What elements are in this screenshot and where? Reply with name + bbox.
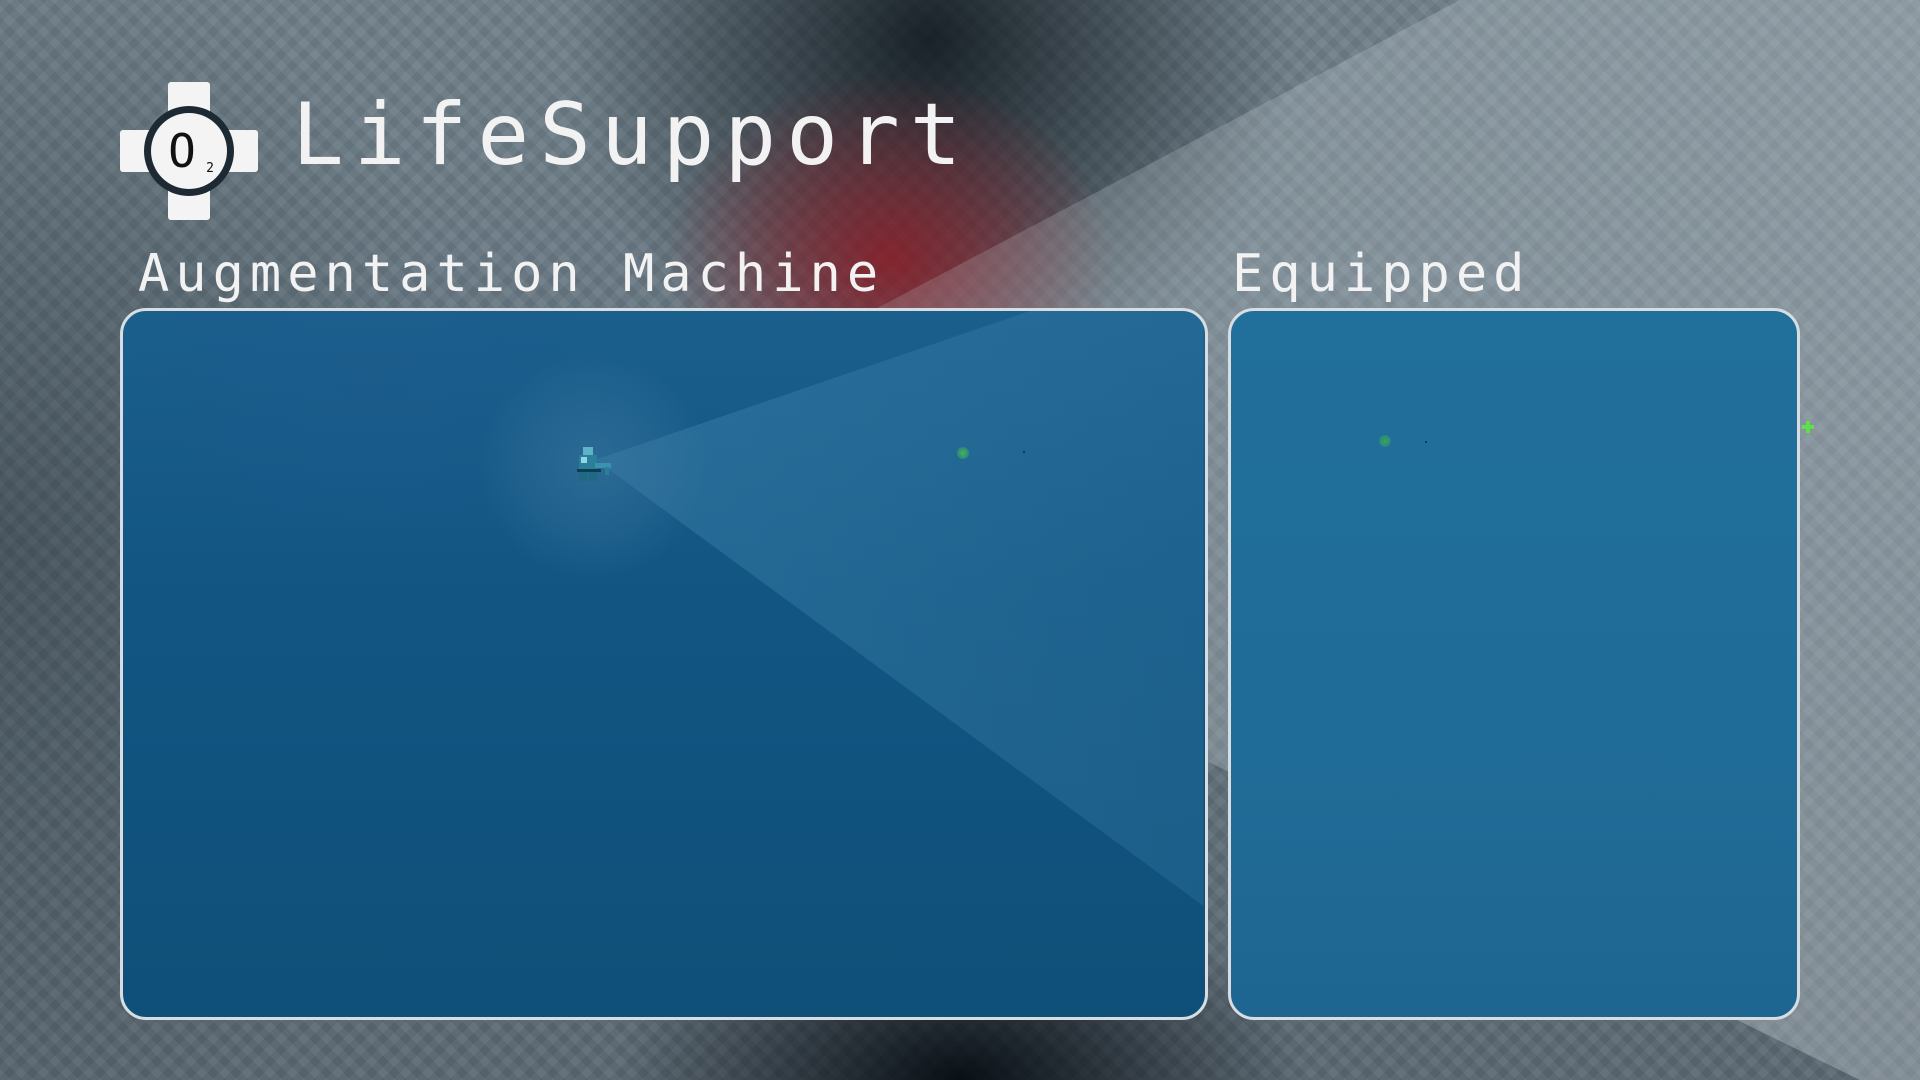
equipped-panel[interactable]: [1228, 308, 1800, 1020]
augmentation-machine-panel[interactable]: [120, 308, 1208, 1020]
speck: [1023, 451, 1025, 453]
augmentation-machine-title: Augmentation Machine: [138, 244, 885, 304]
game-screen: O 2 LifeSupport Augmentation Machine Equ…: [0, 0, 1920, 1080]
green-orb-icon[interactable]: [957, 447, 969, 459]
speck: [1425, 441, 1427, 443]
oxygen-logo-icon: O 2: [120, 82, 258, 220]
player-robot-icon: [577, 447, 611, 481]
logo-subscript: 2: [206, 161, 214, 176]
green-orb-icon[interactable]: [1379, 435, 1391, 447]
equipped-title: Equipped: [1232, 244, 1531, 304]
logo-o-letter: O: [168, 124, 196, 178]
app-title: LifeSupport: [292, 85, 972, 185]
green-plus-marker-icon: [1802, 421, 1814, 433]
